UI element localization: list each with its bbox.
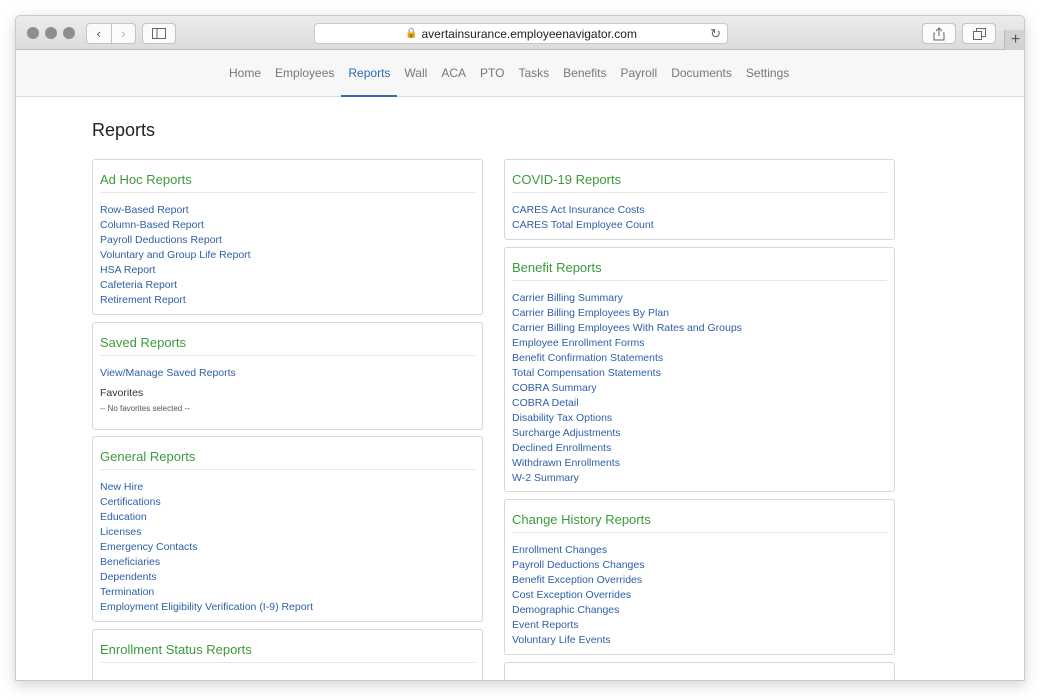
report-link[interactable]: Cafeteria Report xyxy=(100,278,475,293)
sidebar-icon xyxy=(152,28,166,39)
panel-title: General Reports xyxy=(100,437,475,470)
nav-menu: Home Employees Reports Wall ACA PTO Tasks Benef… xyxy=(222,50,796,97)
report-link[interactable]: CARES Act Insurance Costs xyxy=(512,203,887,218)
report-link[interactable]: Certifications xyxy=(100,495,475,510)
app-navbar: Home Employees Reports Wall ACA PTO Tasks Benef… xyxy=(16,50,1024,97)
report-link[interactable]: Payroll Deductions Report xyxy=(100,233,475,248)
panel-title: Saved Reports xyxy=(100,323,475,356)
nav-tab-benefits[interactable]: Benefits xyxy=(556,50,613,97)
report-link[interactable]: Carrier Billing Employees By Plan xyxy=(512,306,887,321)
report-link[interactable]: COBRA Detail xyxy=(512,396,887,411)
panel-covid-reports: COVID-19 Reports CARES Act Insurance Cos… xyxy=(504,159,895,240)
browser-toolbar: ‹ › 🔒 avertainsurance.employeenavigator.… xyxy=(16,16,1024,50)
report-link[interactable]: Column-Based Report xyxy=(100,218,475,233)
report-link[interactable]: W-2 Summary xyxy=(512,471,887,486)
forward-icon[interactable]: › xyxy=(112,26,136,41)
report-link[interactable]: Carrier Billing Summary xyxy=(512,291,887,306)
report-link[interactable]: Employee Enrollment Forms xyxy=(512,336,887,351)
reload-icon[interactable]: ↻ xyxy=(710,26,721,42)
page-title: Reports xyxy=(92,120,156,140)
nav-tab-wall[interactable]: Wall xyxy=(397,50,434,97)
report-link[interactable]: New Hire xyxy=(100,480,475,495)
report-link[interactable]: Benefit Exception Overrides xyxy=(512,573,887,588)
report-link[interactable]: Retirement Report xyxy=(100,293,475,308)
report-link-list: Enrollment Changes Payroll Deductions Cha… xyxy=(512,543,887,648)
panel-saved-reports: Saved Reports View/Manage Saved Reports … xyxy=(92,322,483,430)
report-link[interactable]: Emergency Contacts xyxy=(100,540,475,555)
browser-window: ‹ › 🔒 avertainsurance.employeenavigator.… xyxy=(15,15,1025,681)
panel-additional-reports xyxy=(504,662,895,680)
report-link[interactable]: Dependents xyxy=(100,570,475,585)
panel-benefit-reports: Benefit Reports Carrier Billing Summary C… xyxy=(504,247,895,492)
report-link-list: New Hire Certifications Education Licenses E… xyxy=(100,480,475,615)
lock-icon: 🔒 xyxy=(405,28,418,39)
history-nav-group: ‹ › xyxy=(86,23,136,44)
report-link-list: View/Manage Saved Reports xyxy=(100,366,475,381)
report-link[interactable]: Disability Tax Options xyxy=(512,411,887,426)
url-text: avertainsurance.employeenavigator.com xyxy=(421,26,637,41)
share-button[interactable] xyxy=(922,23,956,44)
report-link[interactable]: Education xyxy=(100,510,475,525)
report-link[interactable]: Voluntary Life Events xyxy=(512,633,887,648)
nav-tab-pto[interactable]: PTO xyxy=(473,50,511,97)
report-link[interactable]: Licenses xyxy=(100,525,475,540)
report-link[interactable]: CARES Total Employee Count xyxy=(512,218,887,233)
panel-adhoc-reports: Ad Hoc Reports Row-Based Report Column-Ba… xyxy=(92,159,483,315)
panel-title: Enrollment Status Reports xyxy=(100,630,475,663)
report-link-list: Carrier Billing Summary Carrier Billing E… xyxy=(512,291,887,486)
maximize-window-button[interactable] xyxy=(63,27,75,39)
report-link[interactable]: HSA Report xyxy=(100,263,475,278)
panel-change-history-reports: Change History Reports Enrollment Change… xyxy=(504,499,895,655)
report-link[interactable]: View/Manage Saved Reports xyxy=(100,366,475,381)
nav-tab-aca[interactable]: ACA xyxy=(434,50,473,97)
report-link[interactable]: Payroll Deductions Changes xyxy=(512,558,887,573)
report-link[interactable]: Row-Based Report xyxy=(100,203,475,218)
report-link[interactable]: COBRA Summary xyxy=(512,381,887,396)
address-bar[interactable]: 🔒 avertainsurance.employeenavigator.com … xyxy=(314,23,728,44)
minimize-window-button[interactable] xyxy=(45,27,57,39)
report-link[interactable]: Total Compensation Statements xyxy=(512,366,887,381)
report-link[interactable]: Withdrawn Enrollments xyxy=(512,456,887,471)
tabs-overview-button[interactable] xyxy=(962,23,996,44)
share-icon xyxy=(933,26,945,40)
new-tab-icon[interactable]: + xyxy=(1004,30,1024,50)
nav-tab-documents[interactable]: Documents xyxy=(664,50,739,97)
nav-tab-reports[interactable]: Reports xyxy=(341,50,398,97)
report-link[interactable]: Carrier Billing Employees With Rates and… xyxy=(512,321,887,336)
report-link[interactable]: Benefit Confirmation Statements xyxy=(512,351,887,366)
report-link[interactable]: Cost Exception Overrides xyxy=(512,588,887,603)
report-link[interactable]: Demographic Changes xyxy=(512,603,887,618)
back-icon[interactable]: ‹ xyxy=(87,26,111,41)
report-link[interactable]: Surcharge Adjustments xyxy=(512,426,887,441)
favorites-label: Favorites xyxy=(100,387,144,399)
close-window-button[interactable] xyxy=(27,27,39,39)
panel-title: COVID-19 Reports xyxy=(512,160,887,193)
sidebar-toggle-button[interactable] xyxy=(142,23,176,44)
report-link-list: Row-Based Report Column-Based Report Payro… xyxy=(100,203,475,308)
nav-tab-tasks[interactable]: Tasks xyxy=(511,50,556,97)
report-link[interactable]: Event Reports xyxy=(512,618,887,633)
panel-title: Ad Hoc Reports xyxy=(100,160,475,193)
panel-general-reports: General Reports New Hire Certifications Ed… xyxy=(92,436,483,622)
panel-title: Benefit Reports xyxy=(512,248,887,281)
report-link[interactable]: Enrollment Changes xyxy=(512,543,887,558)
nav-tab-payroll[interactable]: Payroll xyxy=(614,50,665,97)
report-link[interactable]: Termination xyxy=(100,585,475,600)
report-link[interactable]: Voluntary and Group Life Report xyxy=(100,248,475,263)
panel-enrollment-status-reports: Enrollment Status Reports xyxy=(92,629,483,680)
nav-tab-home[interactable]: Home xyxy=(222,50,268,97)
report-link[interactable]: Declined Enrollments xyxy=(512,441,887,456)
report-link[interactable]: Beneficiaries xyxy=(100,555,475,570)
nav-tab-settings[interactable]: Settings xyxy=(739,50,796,97)
panel-title: Change History Reports xyxy=(512,500,887,533)
tabs-icon xyxy=(972,27,986,40)
nav-tab-employees[interactable]: Employees xyxy=(268,50,341,97)
report-link-list: CARES Act Insurance Costs CARES Total Emp… xyxy=(512,203,887,233)
favorites-empty-text: -- No favorites selected -- xyxy=(100,404,190,413)
report-link[interactable]: Employment Eligibility Verification (I-9… xyxy=(100,600,475,615)
